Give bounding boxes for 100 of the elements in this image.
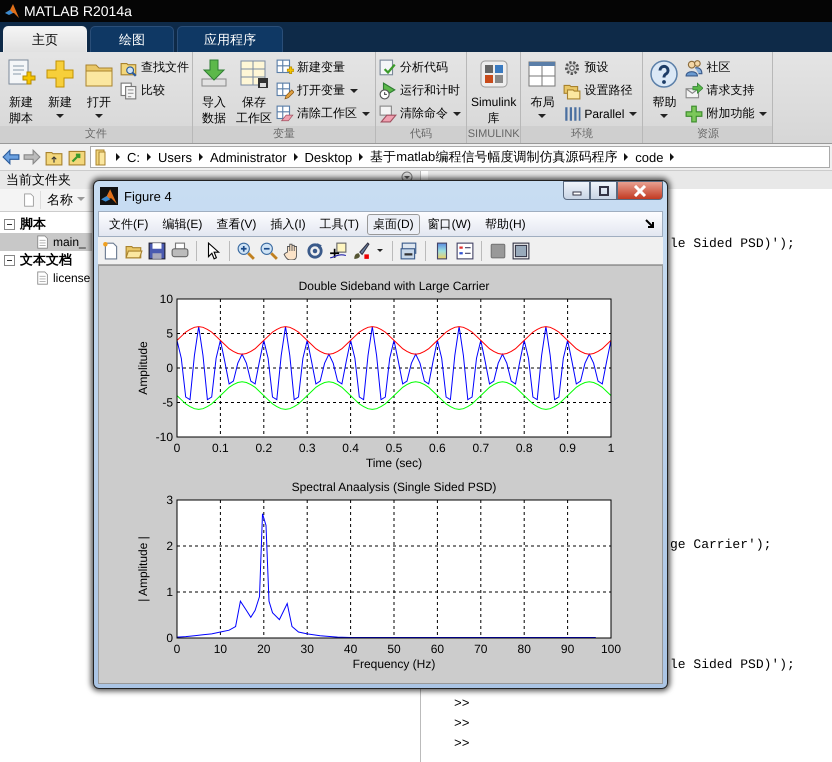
menu-item[interactable]: 插入(I) bbox=[264, 214, 312, 234]
chart-title: Spectral Anaalysis (Single Sided PSD) bbox=[292, 480, 496, 494]
rotate-icon[interactable] bbox=[306, 242, 324, 260]
toolstrip-button[interactable]: 新建 bbox=[41, 54, 79, 126]
collapse-icon[interactable] bbox=[4, 254, 15, 266]
toolstrip-button[interactable]: 附加功能 bbox=[684, 102, 770, 125]
toolstrip-button[interactable]: 新建 脚本 bbox=[2, 54, 40, 126]
save-icon[interactable] bbox=[148, 242, 166, 260]
tick-label: 0.9 bbox=[559, 441, 576, 455]
chevron-icon bbox=[624, 153, 628, 161]
code-line: ge Carrier'); bbox=[670, 536, 772, 554]
new-document-icon[interactable] bbox=[102, 242, 120, 260]
window-icon[interactable] bbox=[512, 242, 530, 260]
ribbon-tab[interactable]: 应用程序 bbox=[177, 26, 283, 52]
collapse-icon[interactable] bbox=[4, 218, 15, 230]
minimize-button[interactable] bbox=[563, 181, 590, 200]
menu-item[interactable]: 桌面(D) bbox=[366, 214, 420, 234]
maximize-icon bbox=[598, 186, 610, 196]
tick-label: 1 bbox=[608, 441, 614, 455]
chevron-icon bbox=[359, 153, 364, 161]
menu-item[interactable]: 帮助(H) bbox=[478, 214, 532, 234]
close-button[interactable] bbox=[617, 181, 663, 200]
toolstrip-button[interactable]: 布局 bbox=[523, 54, 562, 126]
chevron-icon bbox=[198, 153, 203, 161]
zoom-in-icon[interactable] bbox=[237, 242, 255, 260]
close-icon bbox=[633, 184, 647, 196]
command-prompt: >> bbox=[454, 735, 470, 753]
printer-icon[interactable] bbox=[171, 242, 189, 260]
path-segment[interactable]: 基于matlab编程信号幅度调制仿真源码程序 bbox=[370, 148, 618, 166]
ribbon-tab[interactable]: 主页 bbox=[3, 26, 87, 52]
path-segment[interactable]: Desktop bbox=[304, 150, 352, 164]
menu-item[interactable]: 工具(T) bbox=[314, 214, 365, 234]
toolstrip-button[interactable]: 比较 bbox=[119, 79, 190, 102]
code-line: le Sided PSD)'); bbox=[670, 235, 795, 253]
plus-icon bbox=[685, 104, 704, 122]
toolstrip-button[interactable]: Simulink 库 bbox=[469, 54, 518, 126]
toolstrip-button[interactable]: 清除工作区 bbox=[275, 102, 373, 125]
axis-title: | Amplitude | bbox=[136, 536, 150, 602]
document-icon bbox=[36, 270, 50, 286]
tick-label: 3 bbox=[166, 493, 173, 507]
section-label: 环境 bbox=[521, 126, 642, 143]
menu-item[interactable]: 查看(V) bbox=[210, 214, 262, 234]
caret-icon[interactable] bbox=[377, 249, 383, 252]
toolstrip-button[interactable]: 查找文件 bbox=[119, 56, 190, 79]
toolstrip-button[interactable]: 预设 bbox=[562, 56, 640, 79]
toolstrip-button[interactable]: 导入 数据 bbox=[195, 54, 233, 126]
path-segment[interactable]: C: bbox=[127, 150, 140, 164]
toolstrip-button[interactable]: 打开 bbox=[80, 54, 118, 126]
toolstrip-button[interactable]: 请求支持 bbox=[684, 79, 770, 102]
tick-label: 0.3 bbox=[298, 441, 316, 455]
axis-title: Time (sec) bbox=[366, 456, 422, 470]
tick-label: 0 bbox=[166, 631, 173, 645]
legend-icon[interactable] bbox=[456, 242, 474, 260]
toolstrip-button[interactable]: 分析代码 bbox=[378, 56, 464, 79]
sort-caret-icon bbox=[77, 197, 85, 201]
tick-label: -10 bbox=[156, 430, 173, 444]
zoom-out-icon[interactable] bbox=[260, 242, 278, 260]
tick-label: 0.7 bbox=[472, 441, 490, 455]
toolstrip-button[interactable]: 新建变量 bbox=[275, 56, 373, 79]
menu-item[interactable]: 文件(F) bbox=[103, 214, 154, 234]
toolstrip-button[interactable]: 社区 bbox=[684, 56, 770, 79]
toolstrip-button[interactable]: 运行和计时 bbox=[378, 79, 464, 102]
path-segment[interactable]: Administrator bbox=[210, 150, 287, 164]
gear-icon bbox=[563, 58, 582, 76]
section-label: 代码 bbox=[376, 126, 466, 143]
toolstrip-button[interactable]: 打开变量 bbox=[275, 79, 373, 102]
tick-label: 0 bbox=[174, 441, 180, 455]
blocks-icon bbox=[478, 58, 510, 90]
axis-title: Frequency (Hz) bbox=[352, 657, 436, 671]
dock-arrow-icon[interactable] bbox=[644, 218, 656, 230]
column-header[interactable]: 名称 bbox=[40, 191, 85, 209]
file-item[interactable]: main_ bbox=[0, 233, 92, 251]
path-segment[interactable]: Users bbox=[158, 150, 192, 164]
plus-icon bbox=[44, 58, 76, 90]
panel-title: 当前文件夹 bbox=[6, 171, 71, 188]
tick-label: 10 bbox=[214, 642, 228, 656]
file-item[interactable]: license bbox=[0, 269, 92, 287]
data-cursor-icon[interactable] bbox=[329, 242, 347, 260]
brush-icon[interactable] bbox=[352, 242, 370, 260]
square-icon[interactable] bbox=[489, 242, 507, 260]
path-segment[interactable]: code bbox=[635, 150, 664, 164]
address-field[interactable]: C: Users Administrator Desktop 基于matlab编程信号幅度调制仿真源码程序 code bbox=[90, 146, 830, 168]
table-disk-icon bbox=[238, 58, 270, 90]
tick-label: 0 bbox=[174, 642, 180, 656]
toolstrip-button[interactable]: 清除命令 bbox=[378, 102, 464, 125]
maximize-button[interactable] bbox=[590, 181, 617, 200]
back-arrow-icon[interactable] bbox=[2, 148, 20, 166]
envelope-arrow-icon bbox=[685, 82, 704, 100]
toolstrip-button[interactable]: 帮助 bbox=[645, 54, 684, 126]
toolstrip-button[interactable]: 保存 工作区 bbox=[234, 54, 274, 126]
toolstrip-button[interactable]: 设置路径 bbox=[562, 79, 640, 102]
menu-item[interactable]: 窗口(W) bbox=[422, 214, 477, 234]
toolstrip-button[interactable]: Parallel bbox=[562, 102, 640, 125]
tick-label: 0.5 bbox=[386, 441, 402, 455]
section-label: SIMULINK bbox=[467, 126, 520, 143]
window-title: Figure 4 bbox=[124, 188, 173, 204]
ribbon-tab[interactable]: 绘图 bbox=[90, 26, 174, 52]
link-icon[interactable] bbox=[400, 242, 418, 260]
file-icon bbox=[22, 192, 36, 208]
menu-item[interactable]: 编辑(E) bbox=[156, 214, 208, 234]
